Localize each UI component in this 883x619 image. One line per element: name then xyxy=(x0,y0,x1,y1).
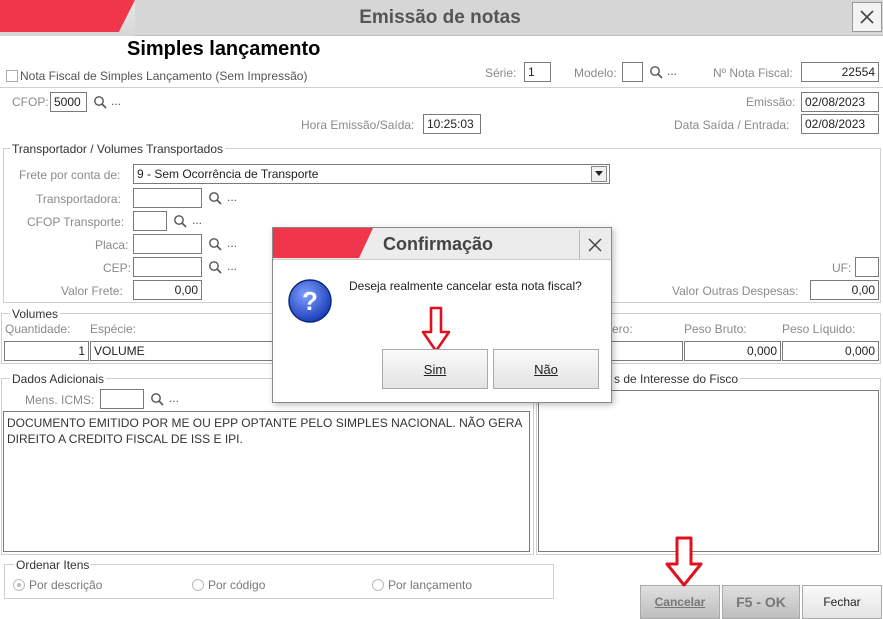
ordenar-descricao-radio[interactable] xyxy=(13,579,25,591)
close-icon xyxy=(588,237,602,252)
quantidade-label: Quantidade: xyxy=(5,322,71,336)
peso-liquido-label: Peso Líquido: xyxy=(782,322,856,336)
dialog-title: Confirmação xyxy=(383,234,494,254)
data-saida-field[interactable]: 02/08/2023 xyxy=(801,114,879,134)
sim-button[interactable]: Sim xyxy=(382,349,488,389)
arrow-down-icon xyxy=(665,536,703,587)
cfop-label: CFOP: xyxy=(12,95,49,109)
transportadora-search-icon[interactable] xyxy=(208,191,222,205)
frete-select[interactable]: 9 - Sem Ocorrência de Transporte xyxy=(133,164,610,184)
fechar-button[interactable]: Fechar xyxy=(802,585,882,619)
mens-icms-dots: ... xyxy=(169,391,180,405)
dados-adicionais-textarea[interactable]: DOCUMENTO EMITIDO POR ME OU EPP OPTANTE … xyxy=(3,411,530,552)
close-icon xyxy=(860,10,874,24)
emissao-label: Emissão: xyxy=(746,95,796,109)
hora-field[interactable]: 10:25:03 xyxy=(423,114,481,134)
cancelar-button[interactable]: Cancelar xyxy=(640,585,720,619)
especie-label: Espécie: xyxy=(90,322,137,336)
dados-adicionais-title: Dados Adicionais xyxy=(10,372,107,386)
mens-icms-field[interactable] xyxy=(100,389,144,409)
data-saida-label: Data Saída / Entrada: xyxy=(674,118,790,132)
cfop-transporte-search-icon[interactable] xyxy=(173,214,187,228)
header-divider xyxy=(0,87,883,88)
ordenar-itens-title: Ordenar Itens xyxy=(14,558,92,572)
dialog-message: Deseja realmente cancelar esta nota fisc… xyxy=(349,279,582,293)
titlebar-red-accent xyxy=(0,0,135,32)
outras-despesas-label: Valor Outras Despesas: xyxy=(672,284,799,298)
question-icon: ? xyxy=(288,279,332,323)
numero-field[interactable] xyxy=(610,341,683,361)
uf-field[interactable] xyxy=(855,257,879,277)
peso-bruto-field[interactable]: 0,000 xyxy=(684,341,781,361)
transportador-group-title: Transportador / Volumes Transportados xyxy=(10,142,225,156)
cep-label: CEP: xyxy=(103,261,132,275)
nota-fiscal-field[interactable]: 22554 xyxy=(801,62,879,82)
cfop-dots: ... xyxy=(111,94,122,108)
quantidade-field[interactable]: 1 xyxy=(4,341,89,361)
mens-icms-label: Mens. ICMS: xyxy=(25,393,95,407)
cep-field[interactable] xyxy=(133,257,202,277)
valor-frete-label: Valor Frete: xyxy=(61,284,123,298)
confirmation-dialog: Confirmação ? Deseja realmente cancelar … xyxy=(272,227,612,403)
ordenar-lancamento-radio[interactable] xyxy=(372,579,384,591)
transportadora-field[interactable] xyxy=(133,188,202,208)
ordenar-codigo-radio[interactable] xyxy=(192,579,204,591)
especie-field[interactable]: VOLUME xyxy=(90,341,274,361)
ordenar-descricao-label: Por descrição xyxy=(29,578,103,592)
modelo-dots: ... xyxy=(667,64,678,78)
modelo-field[interactable] xyxy=(622,62,643,82)
modelo-search-icon[interactable] xyxy=(649,65,663,79)
volumes-group-title: Volumes xyxy=(10,307,61,321)
ok-button[interactable]: F5 - OK xyxy=(722,585,800,619)
ordenar-lancamento-label: Por lançamento xyxy=(388,578,473,592)
window-close-button[interactable] xyxy=(852,2,882,32)
checkbox-label: Nota Fiscal de Simples Lançamento (Sem I… xyxy=(20,69,308,83)
mens-icms-search-icon[interactable] xyxy=(150,392,164,406)
cep-search-icon[interactable] xyxy=(208,260,222,274)
cfop-transporte-dots: ... xyxy=(192,213,203,227)
cfop-transporte-field[interactable] xyxy=(133,211,167,231)
cfop-transporte-label: CFOP Transporte: xyxy=(27,215,125,229)
peso-liquido-field[interactable]: 0,000 xyxy=(782,341,879,361)
hora-label: Hora Emissão/Saída: xyxy=(301,118,415,132)
arrow-down-icon xyxy=(421,306,451,353)
placa-label: Placa: xyxy=(95,238,129,252)
svg-text:?: ? xyxy=(302,286,318,316)
placa-search-icon[interactable] xyxy=(208,237,222,251)
frete-dropdown-button[interactable] xyxy=(591,166,607,182)
cfop-field[interactable]: 5000 xyxy=(50,92,87,112)
cep-dots: ... xyxy=(227,259,238,273)
window-title: Emissão de notas xyxy=(359,7,521,28)
numero-label: ero: xyxy=(612,322,633,336)
fisco-textarea[interactable] xyxy=(538,390,879,552)
peso-bruto-label: Peso Bruto: xyxy=(684,322,747,336)
serie-label: Série: xyxy=(485,66,517,80)
fisco-group-title: s de Interesse do Fisco xyxy=(612,372,741,386)
modelo-label: Modelo: xyxy=(574,66,617,80)
cfop-search-icon[interactable] xyxy=(93,95,107,109)
transportadora-label: Transportadora: xyxy=(36,192,121,206)
dialog-red-accent xyxy=(273,228,373,258)
valor-frete-field[interactable]: 0,00 xyxy=(133,280,202,300)
chevron-down-icon xyxy=(595,171,603,176)
outras-despesas-field[interactable]: 0,00 xyxy=(810,280,879,300)
transportadora-dots: ... xyxy=(227,190,238,204)
serie-field[interactable]: 1 xyxy=(524,62,551,82)
frete-label: Frete por conta de: xyxy=(19,168,121,182)
emissao-field[interactable]: 02/08/2023 xyxy=(801,92,879,112)
placa-dots: ... xyxy=(227,236,238,250)
ordenar-codigo-label: Por código xyxy=(208,578,266,592)
nf-label: Nº Nota Fiscal: xyxy=(713,66,793,80)
simples-lancamento-checkbox[interactable] xyxy=(6,70,18,82)
dialog-close-button[interactable] xyxy=(579,230,610,259)
placa-field[interactable] xyxy=(133,234,202,254)
uf-label: UF: xyxy=(832,261,852,275)
nao-button[interactable]: Não xyxy=(493,349,599,389)
page-title: Simples lançamento xyxy=(127,38,321,60)
